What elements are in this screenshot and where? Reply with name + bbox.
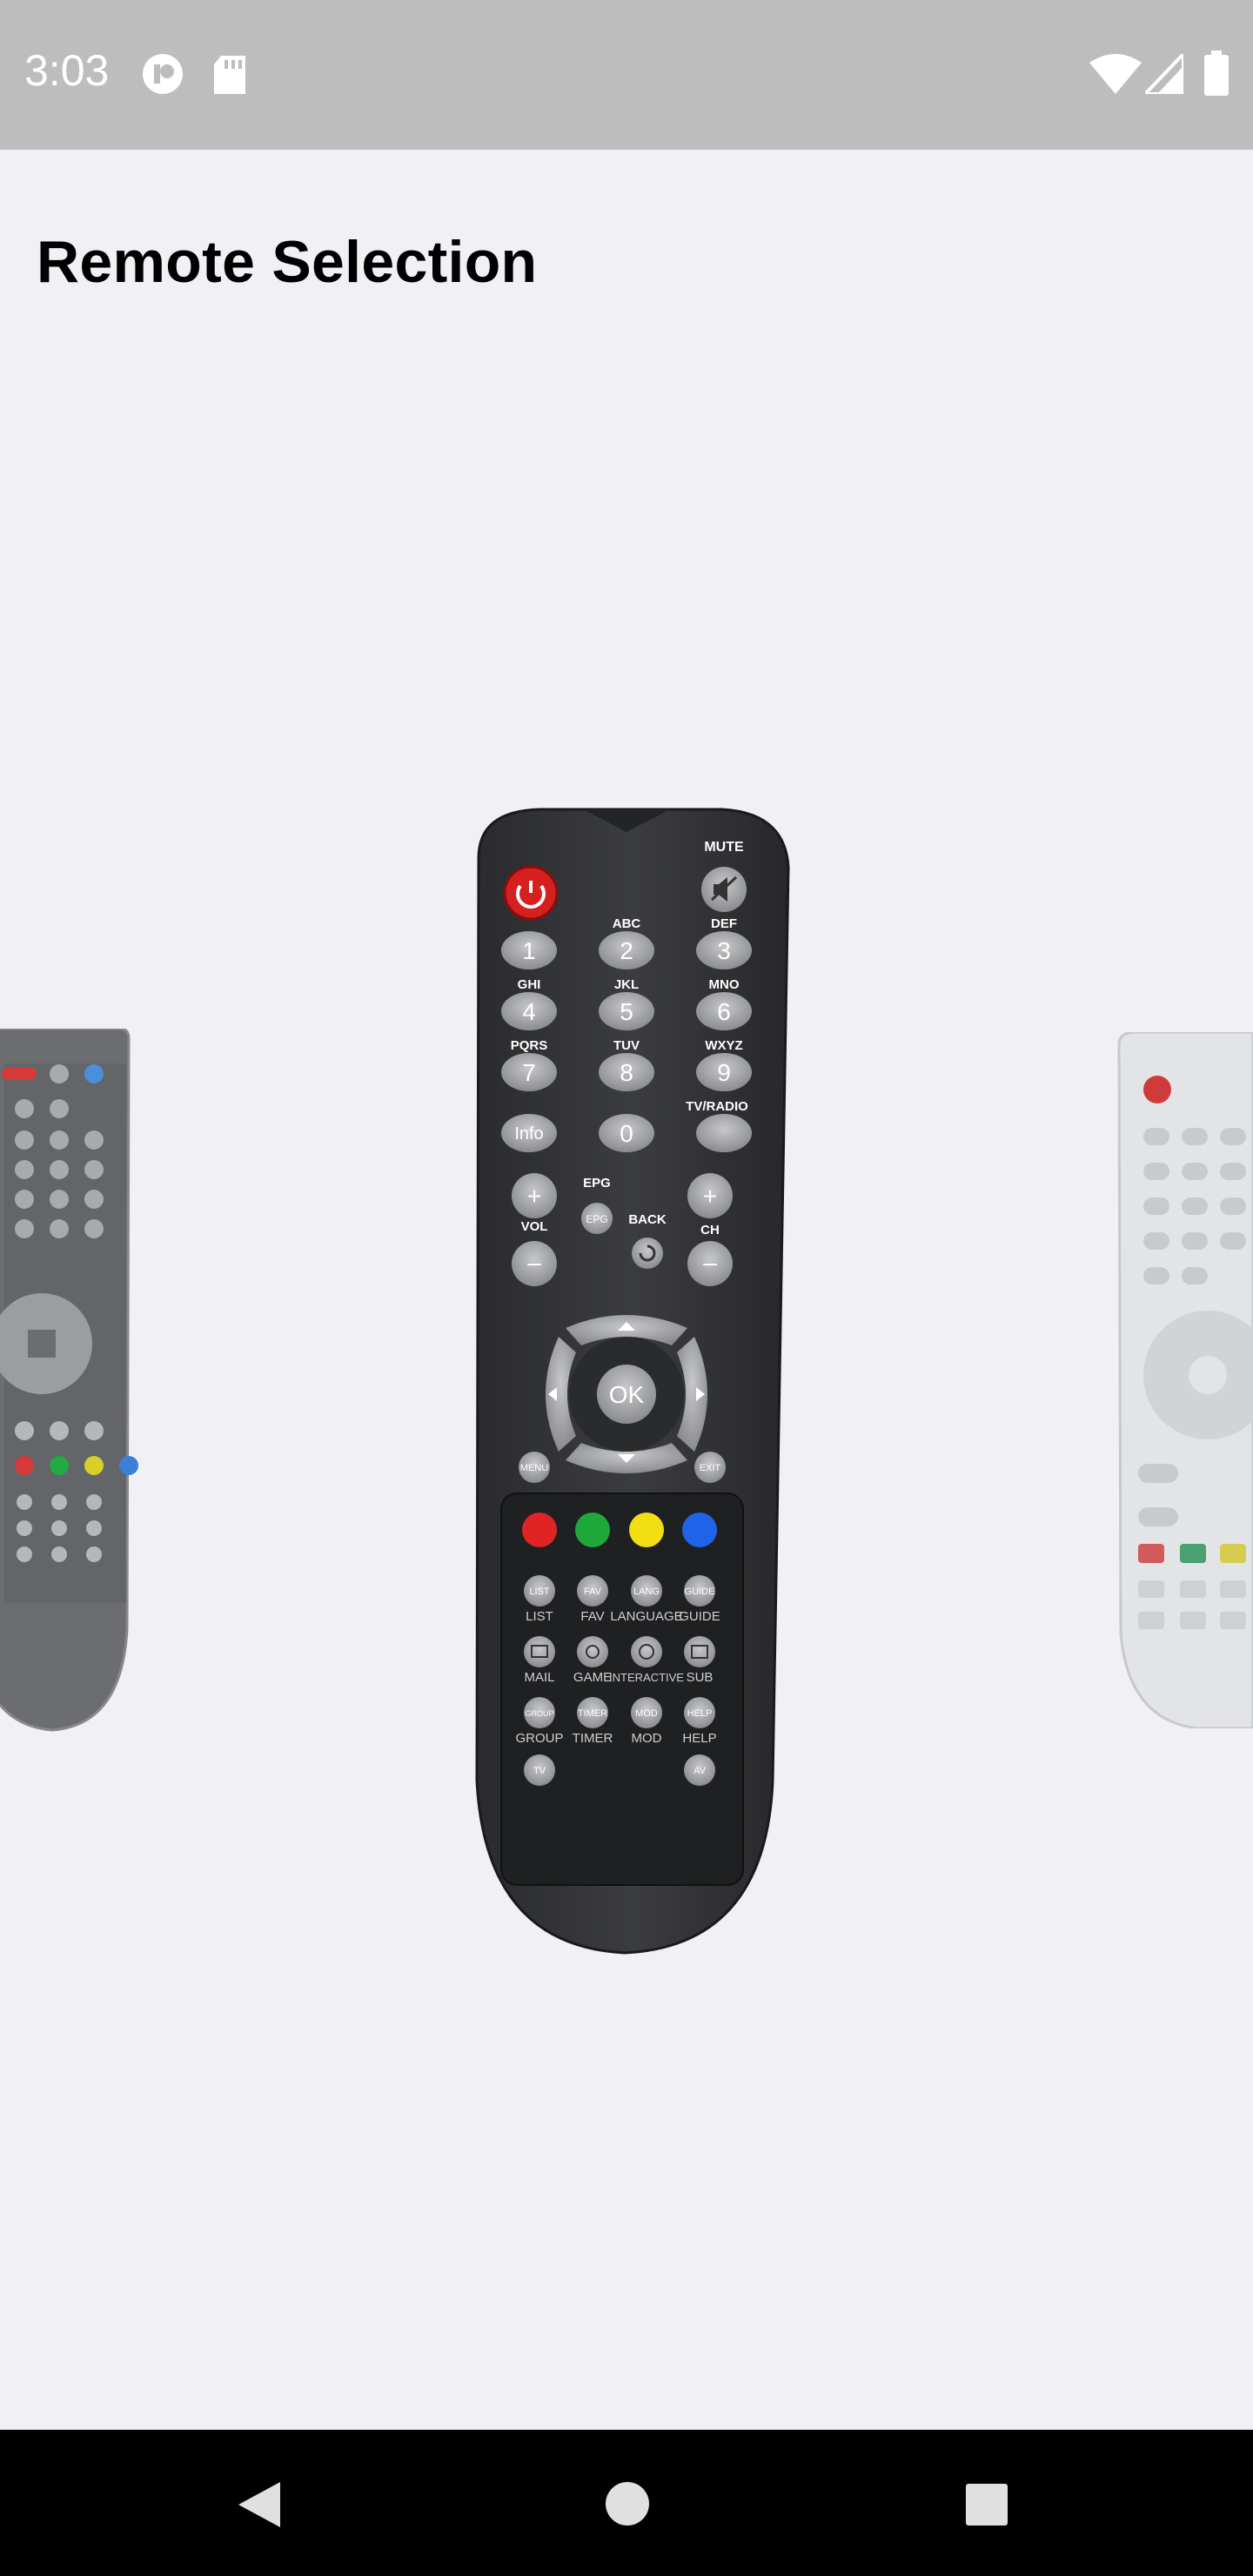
svg-text:CH: CH	[700, 1223, 720, 1238]
wifi-icon	[1089, 54, 1142, 94]
svg-text:4: 4	[522, 998, 536, 1025]
svg-text:HELP: HELP	[687, 1708, 713, 1719]
svg-text:DEF: DEF	[711, 916, 737, 931]
svg-text:1: 1	[522, 937, 536, 964]
svg-text:0: 0	[620, 1120, 633, 1147]
navigation-bar	[0, 2430, 1253, 2576]
svg-text:5: 5	[620, 998, 633, 1025]
svg-text:7: 7	[522, 1059, 536, 1086]
cell-signal-icon	[1145, 54, 1183, 94]
svg-text:TV: TV	[533, 1766, 546, 1776]
svg-text:GHI: GHI	[518, 977, 541, 992]
svg-text:TV/RADIO: TV/RADIO	[686, 1099, 748, 1114]
svg-text:GUIDE: GUIDE	[685, 1587, 715, 1597]
svg-text:3: 3	[717, 937, 731, 964]
svg-text:GROUP: GROUP	[525, 1709, 553, 1718]
svg-text:JKL: JKL	[614, 977, 639, 992]
svg-text:OK: OK	[609, 1381, 645, 1408]
status-time: 3:03	[24, 46, 110, 95]
sd-card-icon	[214, 56, 245, 94]
svg-text:LANGUAGE: LANGUAGE	[610, 1609, 682, 1624]
svg-text:TIMER: TIMER	[578, 1708, 607, 1719]
svg-text:PQRS: PQRS	[511, 1038, 548, 1053]
svg-text:HELP: HELP	[682, 1731, 716, 1746]
svg-text:SUB: SUB	[687, 1670, 714, 1685]
svg-text:TUV: TUV	[613, 1038, 640, 1053]
svg-text:ABC: ABC	[613, 916, 641, 931]
svg-text:MENU: MENU	[520, 1463, 548, 1473]
status-bar: 3:03	[0, 0, 1253, 150]
svg-text:+: +	[703, 1183, 717, 1210]
svg-text:EPG: EPG	[586, 1213, 607, 1225]
notification-app-icon	[143, 54, 183, 94]
svg-text:BACK: BACK	[628, 1212, 666, 1227]
svg-text:–: –	[527, 1249, 541, 1276]
svg-text:GUIDE: GUIDE	[679, 1609, 720, 1624]
svg-text:LANG: LANG	[633, 1587, 660, 1597]
svg-text:LIST: LIST	[529, 1587, 550, 1597]
svg-text:FAV: FAV	[580, 1609, 604, 1624]
recents-icon[interactable]	[964, 2482, 1009, 2527]
remote-option-left[interactable]	[0, 1029, 139, 1742]
svg-text:EPG: EPG	[583, 1176, 611, 1191]
svg-text:2: 2	[620, 937, 633, 964]
svg-text:6: 6	[717, 998, 731, 1025]
svg-text:AV: AV	[694, 1766, 707, 1776]
svg-text:FAV: FAV	[584, 1587, 602, 1597]
svg-text:–: –	[703, 1249, 717, 1276]
svg-text:VOL: VOL	[521, 1219, 548, 1234]
svg-text:MNO: MNO	[709, 977, 740, 992]
home-icon[interactable]	[604, 2480, 651, 2527]
remote-option-center[interactable]: MUTE 1 2 3 4 5 6 7 8 9 0 ABC DEF GHI JKL	[444, 806, 809, 1972]
svg-text:+: +	[527, 1183, 541, 1210]
svg-text:Info: Info	[514, 1124, 543, 1144]
svg-text:MOD: MOD	[632, 1731, 662, 1746]
remote-option-right[interactable]	[1110, 1032, 1253, 1728]
svg-text:TIMER: TIMER	[573, 1731, 613, 1746]
svg-text:INTERACTIVE: INTERACTIVE	[609, 1671, 684, 1684]
svg-text:9: 9	[717, 1059, 731, 1086]
svg-text:EXIT: EXIT	[700, 1463, 721, 1473]
svg-text:LIST: LIST	[526, 1609, 553, 1624]
svg-text:MAIL: MAIL	[524, 1670, 554, 1685]
svg-text:GROUP: GROUP	[515, 1731, 563, 1746]
back-icon[interactable]	[235, 2479, 284, 2531]
svg-text:8: 8	[620, 1059, 633, 1086]
svg-text:MOD: MOD	[635, 1708, 658, 1719]
remote-carousel[interactable]: MUTE 1 2 3 4 5 6 7 8 9 0 ABC DEF GHI JKL	[0, 150, 1253, 2430]
battery-icon	[1204, 50, 1229, 96]
svg-text:MUTE: MUTE	[704, 840, 744, 855]
svg-text:GAME: GAME	[573, 1670, 612, 1685]
svg-text:WXYZ: WXYZ	[705, 1038, 742, 1053]
